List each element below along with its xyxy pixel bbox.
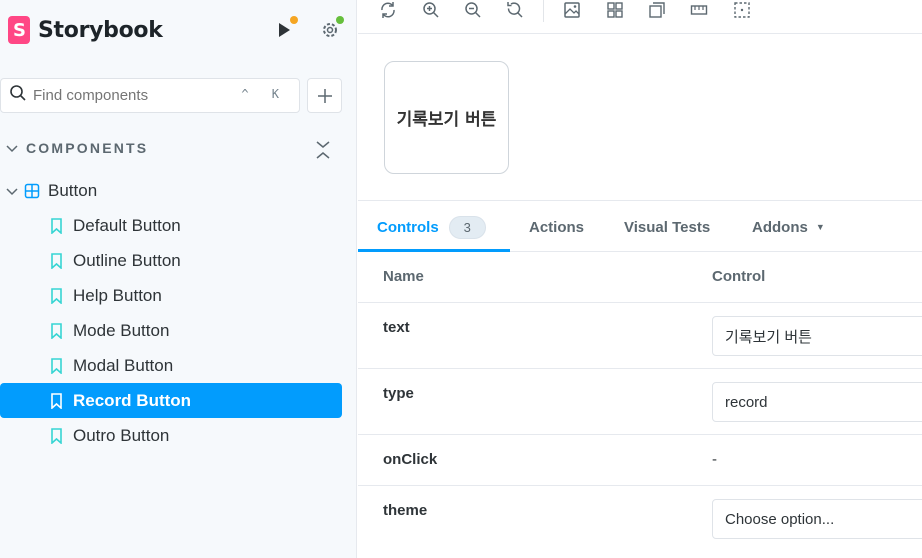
story-item[interactable]: Mode Button [0,313,357,348]
tab-controls[interactable]: Controls 3 [377,202,486,252]
table-row: text 기록보기 버튼 [358,303,922,369]
story-item-selected[interactable]: Record Button [0,383,342,418]
status-dot [336,16,344,24]
status-dot [290,16,298,24]
row-name: theme [383,502,428,519]
table-row: theme Choose option... [358,486,922,558]
row-name: text [383,319,410,336]
add-button[interactable] [307,78,342,113]
zoom-in-icon[interactable] [421,0,441,20]
story-item[interactable]: Outro Button [0,418,357,453]
chevron-down-icon [6,145,18,153]
tab-addons-label: Addons [752,218,808,236]
zoom-reset-icon[interactable] [505,0,525,20]
theme-select[interactable]: Choose option... [712,499,922,539]
measure-icon[interactable] [689,0,709,20]
play-icon[interactable] [272,16,298,42]
chevron-down-icon [6,187,18,195]
component-icon [24,183,40,198]
bookmark-icon [51,217,62,234]
story-label: Default Button [73,215,181,235]
bookmark-icon [51,357,62,374]
bookmark-icon [51,322,62,339]
background-icon[interactable] [562,0,582,20]
story-item[interactable]: Outline Button [0,243,357,278]
tree-group-label: Button [48,180,98,200]
table-row: type record [358,369,922,435]
gear-icon[interactable] [318,16,344,42]
tab-actions[interactable]: Actions [529,202,584,252]
story-label: Modal Button [73,355,174,375]
search-box[interactable]: ^ K [0,78,300,113]
brand-title: Storybook [38,17,163,43]
reload-icon[interactable] [378,0,398,20]
tree-group-button[interactable]: Button [0,173,357,208]
header-name: Name [383,268,424,285]
tab-visual-tests[interactable]: Visual Tests [624,202,710,252]
tab-controls-label: Controls [377,218,439,236]
brand[interactable]: Storybook [8,16,163,44]
story-item[interactable]: Modal Button [0,348,357,383]
story-label: Help Button [73,285,162,305]
bookmark-icon [51,287,62,304]
story-label: Mode Button [73,320,170,340]
text-control-input[interactable]: 기록보기 버튼 [712,316,922,356]
outline-icon[interactable] [647,0,667,20]
sidebar: Storybook ^ K COMPONENTS Button [0,0,357,558]
bookmark-icon [51,252,62,269]
caret-down-icon: ▼ [815,222,825,232]
section-header[interactable]: COMPONENTS [6,140,148,156]
sidebar-top-icons [272,16,344,42]
bookmark-icon [51,392,62,409]
story-item[interactable]: Default Button [0,208,357,243]
viewport-icon[interactable] [732,0,752,20]
preview-toolbar [358,0,922,34]
controls-table: Name Control text 기록보기 버튼 type record on… [358,252,922,558]
preview-canvas: 기록보기 버튼 [358,35,922,201]
addon-tabs: Controls 3 Actions Visual Tests Addons ▼ [358,202,922,252]
bookmark-icon [51,427,62,444]
type-control-input[interactable]: record [712,382,922,422]
story-label: Outro Button [73,425,170,445]
row-name: type [383,385,414,402]
tab-addons[interactable]: Addons ▼ [752,202,825,252]
table-row: onClick - [358,435,922,486]
onclick-control-value: - [712,451,717,468]
story-item[interactable]: Help Button [0,278,357,313]
table-header: Name Control [358,252,922,303]
search-input[interactable] [33,87,243,104]
story-label: Record Button [73,390,192,410]
search-icon [9,84,27,107]
header-control: Control [712,268,766,285]
preview-record-button[interactable]: 기록보기 버튼 [384,61,509,174]
grid-icon[interactable] [605,0,625,20]
plus-icon [317,88,332,103]
storybook-logo [8,16,30,44]
component-tree: Button Default Button Outline Button Hel… [0,173,357,453]
controls-count-badge: 3 [448,215,486,239]
collapse-all-icon[interactable] [314,140,332,165]
zoom-out-icon[interactable] [463,0,483,20]
toolbar-separator [543,0,544,22]
section-label: COMPONENTS [26,140,149,156]
row-name: onClick [383,451,438,468]
story-label: Outline Button [73,250,181,270]
search-shortcut: ^ K [241,87,287,101]
